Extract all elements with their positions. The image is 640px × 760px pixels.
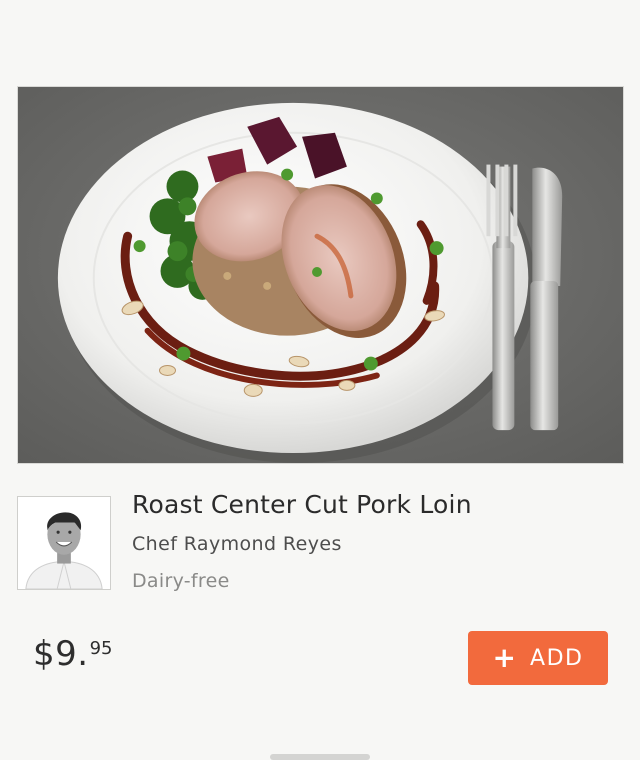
plus-icon: + bbox=[492, 641, 517, 674]
dish-image bbox=[18, 87, 623, 463]
add-to-cart-button[interactable]: + ADD bbox=[468, 631, 608, 685]
price: $9.95 bbox=[33, 634, 112, 674]
home-indicator[interactable] bbox=[270, 754, 370, 760]
add-button-label: ADD bbox=[530, 645, 584, 671]
dish-photo bbox=[17, 86, 624, 464]
chef-name[interactable]: Chef Raymond Reyes bbox=[132, 533, 342, 555]
dietary-tag: Dairy-free bbox=[132, 570, 230, 592]
price-dollars: $9. bbox=[33, 634, 89, 674]
meal-detail-screen: Roast Center Cut Pork Loin Chef Raymond … bbox=[0, 0, 640, 760]
price-cents: 95 bbox=[89, 638, 113, 659]
chef-portrait bbox=[18, 497, 110, 589]
dish-title: Roast Center Cut Pork Loin bbox=[132, 490, 472, 519]
knife bbox=[530, 167, 563, 431]
chef-avatar bbox=[17, 496, 111, 590]
